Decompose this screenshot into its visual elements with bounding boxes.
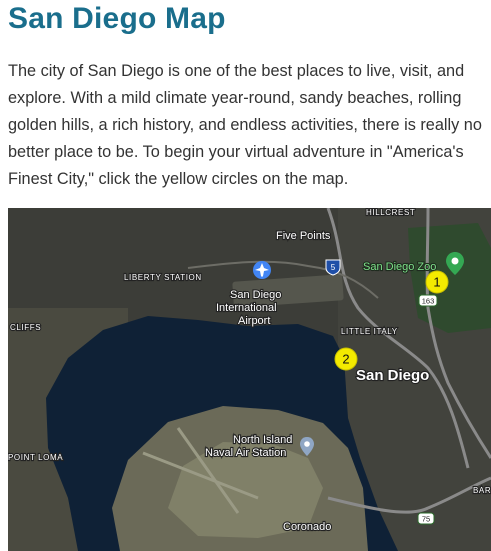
label-san-diego: San Diego: [356, 367, 429, 384]
label-airport-line1: San Diego: [230, 289, 281, 301]
intro-paragraph: The city of San Diego is one of the best…: [8, 62, 482, 188]
label-liberty-station: LIBERTY STATION: [124, 273, 202, 282]
map-canvas: HILLCREST Five Points San Diego Zoo LIBE…: [8, 208, 491, 551]
map-marker-1[interactable]: 1: [425, 270, 449, 294]
interstate-5-shield: 5: [325, 259, 341, 276]
label-cliffs: CLIFFS: [10, 323, 41, 332]
label-five-points: Five Points: [276, 230, 331, 242]
sr-75-shield: 75: [417, 512, 435, 525]
shield-75-number: 75: [422, 515, 430, 524]
airport-pin-icon: [253, 261, 271, 279]
label-san-diego-zoo: San Diego Zoo: [363, 261, 436, 273]
label-airport-line3: Airport: [238, 315, 270, 327]
label-north-island-line2: Naval Air Station: [205, 447, 286, 459]
sr-163-shield: 163: [418, 294, 438, 307]
label-little-italy: LITTLE ITALY: [341, 327, 398, 336]
map-marker-2[interactable]: 2: [334, 347, 358, 371]
label-point-loma: POINT LOMA: [8, 453, 63, 462]
page-title: San Diego Map: [8, 2, 226, 35]
shield-i5-number: 5: [331, 263, 336, 272]
san-diego-map[interactable]: HILLCREST Five Points San Diego Zoo LIBE…: [8, 208, 491, 551]
shield-163-number: 163: [422, 297, 435, 306]
label-coronado: Coronado: [283, 521, 331, 533]
label-airport-line2: International: [216, 302, 277, 314]
map-balboa-park: [408, 223, 491, 333]
label-bar: BAR: [473, 486, 491, 495]
label-hillcrest: HILLCREST: [366, 208, 415, 217]
map-marker-1-label: 1: [433, 275, 440, 290]
label-north-island-line1: North Island: [233, 434, 292, 446]
map-marker-2-label: 2: [342, 352, 349, 367]
